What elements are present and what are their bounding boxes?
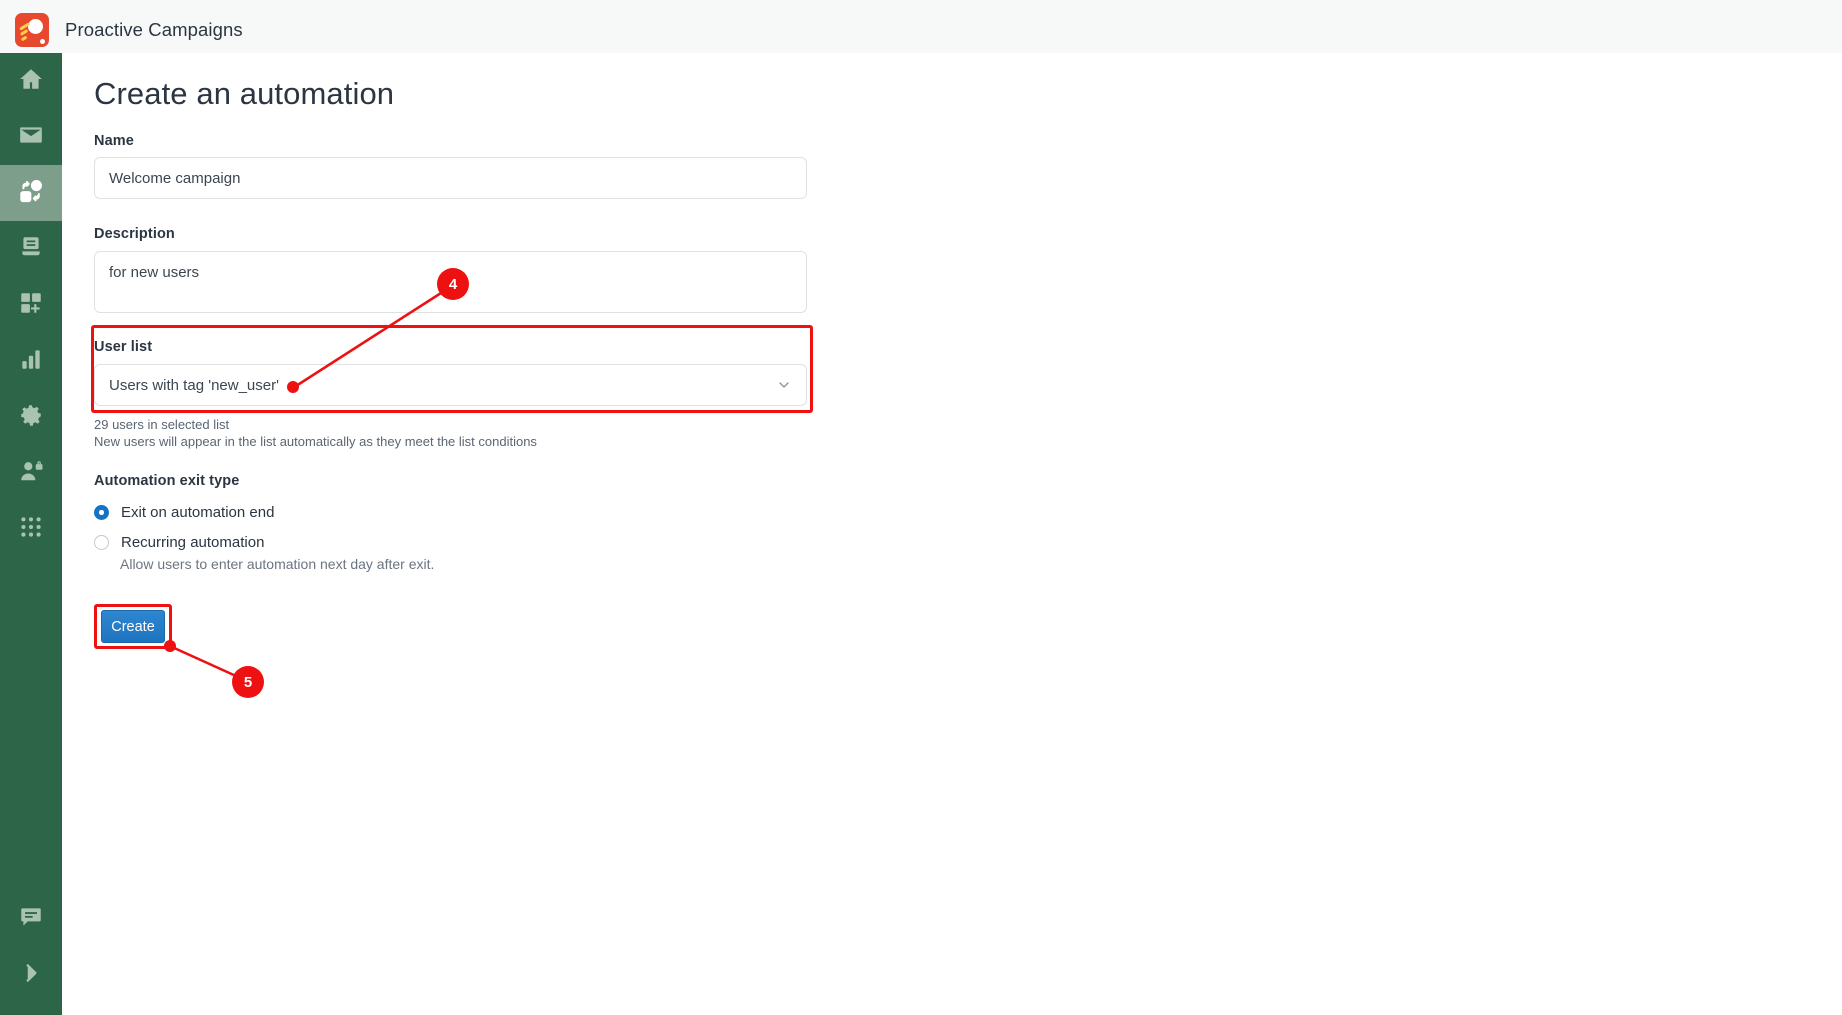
user-list-field-label: User list <box>94 339 153 355</box>
sidebar-item-settings[interactable] <box>0 389 62 445</box>
app-title: Proactive Campaigns <box>65 18 243 40</box>
sidebar-item-analytics[interactable] <box>0 333 62 389</box>
chevron-down-icon <box>776 377 792 393</box>
name-field-label: Name <box>94 133 134 149</box>
user-lock-icon <box>18 458 44 489</box>
description-input[interactable]: for new users <box>94 251 807 313</box>
radio-button-unselected-icon <box>94 535 109 550</box>
sidebar-item-home[interactable] <box>0 53 62 109</box>
user-list-note-helper: New users will appear in the list automa… <box>94 434 537 449</box>
sidebar-item-data[interactable] <box>0 221 62 277</box>
page-title: Create an automation <box>94 76 395 111</box>
user-count-helper: 29 users in selected list <box>94 417 230 432</box>
sidebar-item-apps[interactable] <box>0 277 62 333</box>
user-list-dropdown[interactable]: Users with tag 'new_user' <box>94 364 807 406</box>
radio-button-selected-icon <box>94 505 109 520</box>
sidebar-item-all-apps[interactable] <box>0 501 62 557</box>
radio-exit-label: Exit on automation end <box>121 504 275 521</box>
apps-grid-icon <box>18 514 44 545</box>
sidebar <box>0 53 62 1015</box>
name-input-value: Welcome campaign <box>109 169 241 187</box>
sidebar-expand-button[interactable] <box>0 947 62 1003</box>
chat-bubble-icon <box>18 904 44 935</box>
home-icon <box>18 66 44 97</box>
sidebar-item-permissions[interactable] <box>0 445 62 501</box>
main-content: Create an automation Name Welcome campai… <box>62 53 1842 1015</box>
database-icon <box>18 234 44 265</box>
sidebar-item-chat[interactable] <box>0 891 62 947</box>
top-bar: Proactive Campaigns <box>0 0 1842 60</box>
application-window: Proactive Campaigns Create an automation… <box>0 0 1842 1015</box>
user-list-selected-value: Users with tag 'new_user' <box>109 376 279 394</box>
recurring-automation-description: Allow users to enter automation next day… <box>120 556 435 572</box>
radio-recurring-automation[interactable]: Recurring automation <box>94 534 264 551</box>
sidebar-item-automations[interactable] <box>0 165 62 221</box>
radio-recurring-label: Recurring automation <box>121 534 265 551</box>
automation-icon <box>18 178 44 209</box>
gear-icon <box>18 402 44 433</box>
exit-type-label: Automation exit type <box>94 473 240 489</box>
create-button[interactable]: Create <box>101 610 165 643</box>
sidebar-item-campaigns[interactable] <box>0 109 62 165</box>
mail-icon <box>18 122 44 153</box>
proactive-campaigns-logo-icon <box>15 12 49 47</box>
description-input-value: for new users <box>109 264 200 281</box>
radio-exit-on-automation-end[interactable]: Exit on automation end <box>94 504 274 521</box>
grid-plus-icon <box>18 290 44 321</box>
bar-chart-icon <box>18 346 44 377</box>
chevron-right-icon <box>18 960 44 991</box>
name-input[interactable]: Welcome campaign <box>94 157 807 199</box>
create-button-label: Create <box>111 618 155 635</box>
description-field-label: Description <box>94 226 175 242</box>
